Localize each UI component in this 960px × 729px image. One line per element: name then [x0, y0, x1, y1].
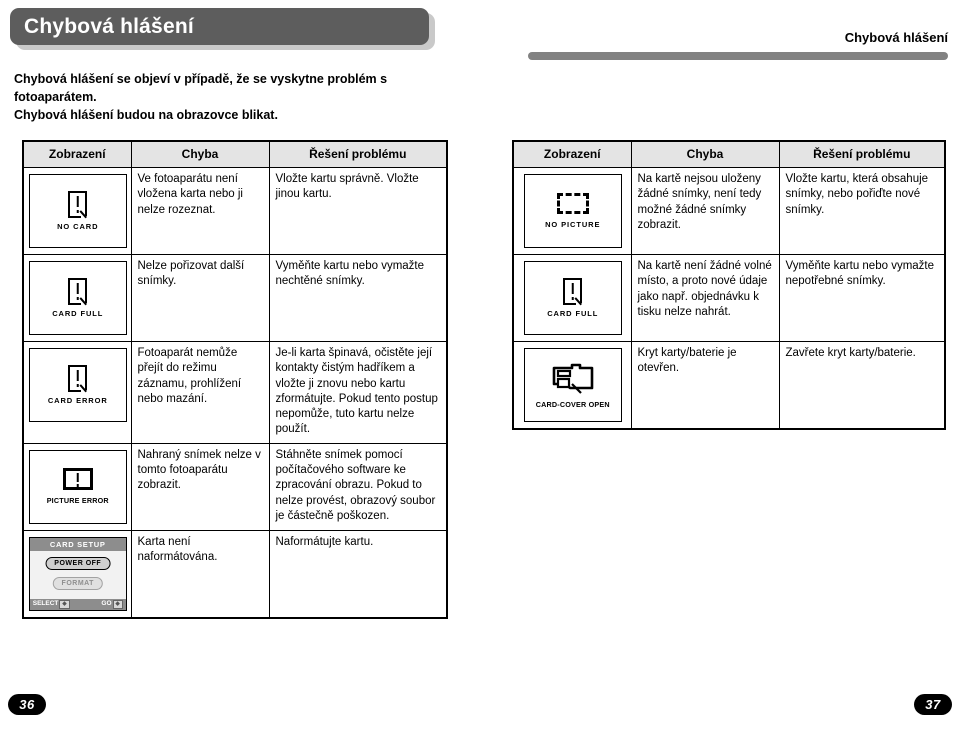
solution-cell: Zavřete kryt karty/baterie.	[778, 341, 946, 430]
page-banner: Chybová hlášení	[10, 8, 435, 50]
error-cell: Nelze pořizovat další snímky.	[130, 254, 270, 342]
menu-option-format: FORMAT	[52, 576, 103, 590]
solution-cell: Naformátujte kartu.	[268, 529, 448, 619]
exclamation-dot	[76, 384, 79, 387]
card-setup-menu-icon: CARD SETUP POWER OFF FORMAT SELECT ◆ GO ◆	[28, 536, 127, 611]
error-cell: Karta není naformátována.	[130, 529, 270, 619]
error-cell: Kryt karty/baterie je otevřen.	[630, 341, 780, 430]
exclamation-dot	[76, 484, 79, 487]
table-header-row: Zobrazení Chyba Řešení problému	[22, 140, 448, 168]
banner-bar: Chybová hlášení	[10, 8, 429, 45]
display-cell: NO PICTURE	[512, 167, 632, 255]
table-row: NO CARD Ve fotoaparátu není vložena kart…	[22, 167, 448, 255]
col-header-error: Chyba	[130, 140, 270, 168]
dpad-keycap-icon: ◆	[59, 599, 70, 609]
col-header-display: Zobrazení	[22, 140, 132, 168]
col-header-display: Zobrazení	[512, 140, 632, 168]
error-cell: Fotoaparát nemůže přejít do režimu zázna…	[130, 341, 270, 444]
exclamation-bar	[76, 473, 79, 483]
dashed-frame-icon	[556, 193, 589, 214]
card-exclamation-icon	[563, 278, 583, 305]
error-cell: Na kartě nejsou uloženy žádné snímky, ne…	[630, 167, 780, 255]
lcd-screen: CARD ERROR	[28, 348, 127, 422]
table-row: NO PICTURE Na kartě nejsou uloženy žádné…	[512, 167, 946, 255]
display-cell: CARD-COVER OPEN	[512, 341, 632, 430]
intro-line-1: Chybová hlášení se objeví v případě, že …	[14, 72, 388, 105]
solution-cell: Je-li karta špinavá, očistěte její konta…	[268, 341, 448, 444]
error-table-right: Zobrazení Chyba Řešení problému NO PICTU…	[512, 140, 946, 430]
lcd-label: CARD FULL	[52, 309, 104, 318]
exclamation-bar	[76, 283, 79, 294]
camera-svg	[552, 363, 594, 394]
table-header-row: Zobrazení Chyba Řešení problému	[512, 140, 946, 168]
intro-paragraph: Chybová hlášení se objeví v případě, že …	[14, 70, 444, 124]
col-header-solution: Řešení problému	[268, 140, 448, 168]
running-head: Chybová hlášení	[844, 30, 948, 45]
lcd-label: NO PICTURE	[545, 220, 601, 229]
lcd-screen: PICTURE ERROR	[28, 449, 127, 524]
solution-cell: Vyměňte kartu nebo vymažte nechtěné sním…	[268, 254, 448, 342]
display-cell: CARD SETUP POWER OFF FORMAT SELECT ◆ GO ◆	[22, 529, 132, 619]
camera-cover-open-icon	[550, 362, 596, 394]
page-title: Chybová hlášení	[24, 14, 194, 38]
card-exclamation-icon	[68, 278, 88, 305]
lcd-screen: CARD FULL	[28, 261, 127, 335]
solution-cell: Stáhněte snímek pomocí počítačového soft…	[268, 442, 448, 531]
table-row: PICTURE ERROR Nahraný snímek nelze v tom…	[22, 442, 448, 531]
solution-cell: Vyměňte kartu nebo vymažte nepotřebné sn…	[778, 254, 946, 342]
table-row: CARD-COVER OPEN Kryt karty/baterie je ot…	[512, 341, 946, 430]
exclamation-dot	[76, 297, 79, 300]
display-cell: PICTURE ERROR	[22, 442, 132, 531]
card-exclamation-icon	[68, 365, 88, 392]
error-cell: Nahraný snímek nelze v tomto fotoaparátu…	[130, 442, 270, 531]
lcd-screen: CARD FULL	[523, 261, 622, 335]
display-cell: CARD FULL	[512, 254, 632, 342]
lcd-label: NO CARD	[57, 222, 99, 231]
col-header-error: Chyba	[630, 140, 780, 168]
error-cell: Na kartě není žádné volné místo, a proto…	[630, 254, 780, 342]
exclamation-dot	[571, 297, 574, 300]
head-rule	[528, 52, 948, 60]
exclamation-bar	[76, 196, 79, 207]
lcd-label: CARD-COVER OPEN	[535, 399, 610, 409]
page-number-right: 37	[914, 694, 952, 715]
lcd-label: CARD ERROR	[47, 396, 108, 405]
lcd-label: PICTURE ERROR	[46, 496, 109, 506]
lcd-screen: NO PICTURE	[523, 174, 622, 248]
col-header-solution: Řešení problému	[778, 140, 946, 168]
table-row: CARD FULL Nelze pořizovat další snímky. …	[22, 254, 448, 342]
solution-cell: Vložte kartu správně. Vložte jinou kartu…	[268, 167, 448, 255]
intro-line-2: Chybová hlášení budou na obrazovce blika…	[14, 108, 278, 123]
exclamation-dot	[76, 210, 79, 213]
error-cell: Ve fotoaparátu není vložena karta nebo j…	[130, 167, 270, 255]
display-cell: CARD FULL	[22, 254, 132, 342]
lcd-label: CARD FULL	[547, 309, 599, 318]
display-cell: NO CARD	[22, 167, 132, 255]
menu-footer-go: GO ◆	[101, 599, 123, 609]
menu-title: CARD SETUP	[29, 537, 126, 551]
display-cell: CARD ERROR	[22, 341, 132, 444]
solution-cell: Vložte kartu, která obsahuje snímky, neb…	[778, 167, 946, 255]
menu-footer: SELECT ◆ GO ◆	[29, 598, 126, 610]
lcd-screen: NO CARD	[28, 174, 127, 248]
exclamation-bar	[76, 370, 79, 381]
card-exclamation-icon	[68, 191, 88, 218]
menu-footer-select: SELECT ◆	[33, 599, 70, 609]
page-number-left: 36	[8, 694, 46, 715]
table-row: CARD ERROR Fotoaparát nemůže přejít do r…	[22, 341, 448, 444]
picture-exclamation-icon	[62, 468, 93, 491]
menu-option-power-off: POWER OFF	[45, 556, 111, 570]
lcd-screen: CARD-COVER OPEN	[523, 348, 622, 422]
error-table-left: Zobrazení Chyba Řešení problému NO CARD …	[22, 140, 448, 619]
exclamation-bar	[571, 283, 574, 294]
ok-keycap-icon: ◆	[112, 599, 123, 609]
table-row: CARD FULL Na kartě není žádné volné míst…	[512, 254, 946, 342]
table-row: CARD SETUP POWER OFF FORMAT SELECT ◆ GO ◆ …	[22, 529, 448, 619]
